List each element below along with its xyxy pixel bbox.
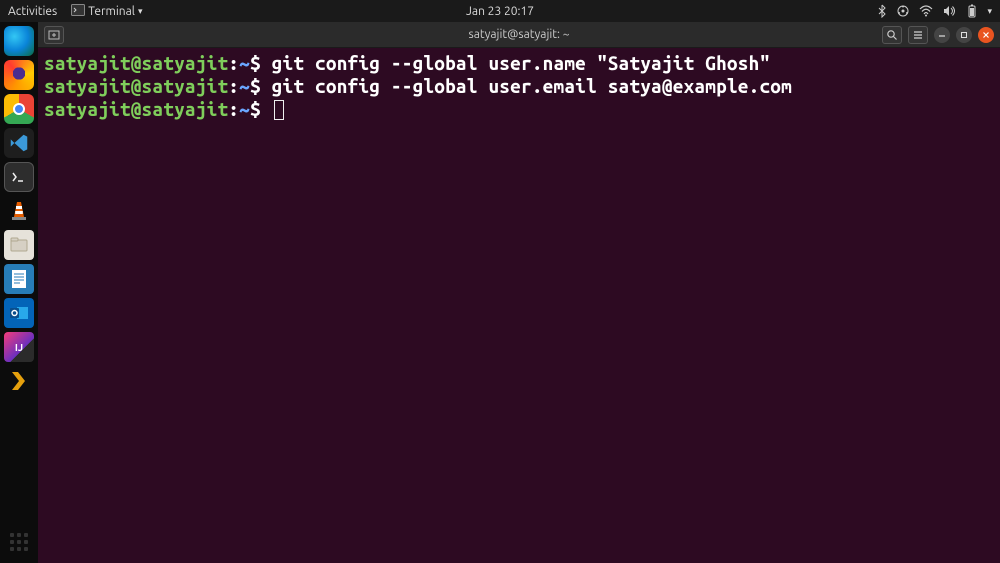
writer-icon[interactable] bbox=[4, 264, 34, 294]
wifi-icon[interactable] bbox=[919, 5, 933, 17]
window-maximize-button[interactable] bbox=[956, 27, 972, 43]
prompt-dollar: $ bbox=[250, 98, 261, 120]
volume-icon[interactable] bbox=[943, 5, 957, 17]
chevron-down-icon: ▾ bbox=[138, 6, 143, 17]
prompt-user-host: satyajit@satyajit bbox=[44, 52, 228, 74]
system-menu-chevron-icon[interactable]: ▾ bbox=[987, 6, 992, 17]
vlc-icon[interactable] bbox=[4, 196, 34, 226]
prompt-cwd: ~ bbox=[239, 75, 250, 97]
main-area: IJ satyajit@satyajit: ~ satyajit@satyaji… bbox=[0, 22, 1000, 563]
terminal-line: satyajit@satyajit:~$ git config --global… bbox=[44, 52, 994, 75]
window-minimize-button[interactable] bbox=[934, 27, 950, 43]
outlook-icon[interactable] bbox=[4, 298, 34, 328]
command-text: git config --global user.email satya@exa… bbox=[272, 75, 792, 97]
battery-icon[interactable] bbox=[967, 4, 977, 18]
command-text: git config --global user.name "Satyajit … bbox=[272, 52, 771, 74]
updates-icon[interactable] bbox=[897, 5, 909, 17]
show-apps-button[interactable] bbox=[4, 527, 34, 557]
topbar-left: Activities Terminal ▾ bbox=[8, 4, 142, 19]
prompt-dollar: $ bbox=[250, 75, 261, 97]
terminal-body[interactable]: satyajit@satyajit:~$ git config --global… bbox=[38, 48, 1000, 563]
vscode-icon[interactable] bbox=[4, 128, 34, 158]
window-close-button[interactable] bbox=[978, 27, 994, 43]
new-tab-button[interactable] bbox=[44, 26, 64, 44]
topbar-app-label: Terminal bbox=[88, 5, 135, 18]
terminal-search-button[interactable] bbox=[882, 26, 902, 44]
desktop-topbar: Activities Terminal ▾ Jan 23 20:17 ▾ bbox=[0, 0, 1000, 22]
terminal-title: satyajit@satyajit: ~ bbox=[469, 28, 570, 41]
prompt-user-host: satyajit@satyajit bbox=[44, 75, 228, 97]
files-icon[interactable] bbox=[4, 230, 34, 260]
command-text bbox=[272, 98, 284, 120]
bluetooth-icon[interactable] bbox=[877, 4, 887, 18]
prompt-cwd: ~ bbox=[239, 98, 250, 120]
intellij-icon[interactable]: IJ bbox=[4, 332, 34, 362]
topbar-app-menu[interactable]: Terminal ▾ bbox=[71, 4, 142, 19]
terminal-titlebar: satyajit@satyajit: ~ bbox=[38, 22, 1000, 48]
terminal-line: satyajit@satyajit:~$ bbox=[44, 98, 994, 121]
topbar-tray: ▾ bbox=[877, 4, 992, 18]
activities-button[interactable]: Activities bbox=[8, 5, 57, 18]
edge-icon[interactable] bbox=[4, 26, 34, 56]
dock: IJ bbox=[0, 22, 38, 563]
terminal-menu-button[interactable] bbox=[908, 26, 928, 44]
terminal-cursor bbox=[274, 100, 284, 120]
topbar-clock[interactable]: Jan 23 20:17 bbox=[466, 5, 534, 18]
plex-icon[interactable] bbox=[4, 366, 34, 396]
terminal-mini-icon bbox=[71, 4, 85, 19]
terminal-window: satyajit@satyajit: ~ satyajit@satyajit:~… bbox=[38, 22, 1000, 563]
prompt-dollar: $ bbox=[250, 52, 261, 74]
prompt-cwd: ~ bbox=[239, 52, 250, 74]
terminal-icon[interactable] bbox=[4, 162, 34, 192]
firefox-icon[interactable] bbox=[4, 60, 34, 90]
chrome-icon[interactable] bbox=[4, 94, 34, 124]
prompt-user-host: satyajit@satyajit bbox=[44, 98, 228, 120]
terminal-line: satyajit@satyajit:~$ git config --global… bbox=[44, 75, 994, 98]
